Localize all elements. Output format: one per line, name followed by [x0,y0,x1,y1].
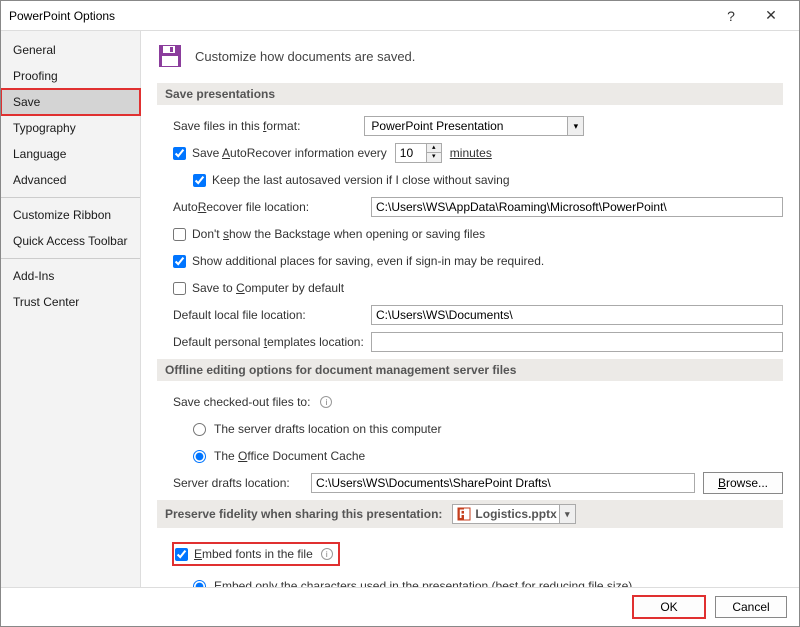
minutes-label: minutes [450,146,492,160]
sidebar-separator [1,258,140,259]
dialog-title: PowerPoint Options [9,9,711,23]
embed-only-label: Embed only the characters used in the pr… [214,579,632,587]
save-disk-icon [157,43,183,69]
autorecover-minutes-spinner[interactable]: ▴▾ [395,143,442,163]
dont-show-backstage-label: Don't show the Backstage when opening or… [192,227,485,241]
save-checked-label: Save checked-out files to: [173,395,310,409]
sidebar: General Proofing Save Typography Languag… [1,31,141,587]
server-drafts-loc-input[interactable] [311,473,695,493]
browse-button[interactable]: Browse... [703,472,783,494]
autorec-loc-input[interactable] [371,197,783,217]
autorec-loc-label: AutoRecover file location: [173,200,363,214]
office-cache-radio-label: The Office Document Cache [214,449,365,463]
keep-last-label: Keep the last autosaved version if I clo… [212,173,510,187]
embed-fonts-label: Embed fonts in the file [194,547,313,561]
server-drafts-loc-label: Server drafts location: [173,476,303,490]
autorecover-checkbox[interactable] [173,147,186,160]
svg-text:P: P [459,507,467,521]
sidebar-item-addins[interactable]: Add-Ins [1,263,140,289]
format-dropdown[interactable]: PowerPoint Presentation ▾ [364,116,584,136]
sidebar-item-language[interactable]: Language [1,141,140,167]
section-preserve-fidelity: Preserve fidelity when sharing this pres… [157,500,783,528]
section-save-presentations: Save presentations [157,83,783,105]
sidebar-item-trust-center[interactable]: Trust Center [1,289,140,315]
preserve-fidelity-label: Preserve fidelity when sharing this pres… [165,507,442,521]
info-icon[interactable]: i [320,396,332,408]
server-drafts-radio-label: The server drafts location on this compu… [214,422,441,436]
save-to-computer-label: Save to Computer by default [192,281,344,295]
default-local-input[interactable] [371,305,783,325]
powerpoint-file-icon: P [457,507,471,521]
sidebar-item-save[interactable]: Save [1,89,140,115]
info-icon[interactable]: i [321,548,333,560]
spinner-down-icon[interactable]: ▾ [427,153,441,162]
titlebar: PowerPoint Options ? ✕ [1,1,799,31]
spinner-up-icon[interactable]: ▴ [427,144,441,153]
sidebar-item-advanced[interactable]: Advanced [1,167,140,193]
section-offline-editing: Offline editing options for document man… [157,359,783,381]
help-button[interactable]: ? [711,8,751,24]
server-drafts-radio[interactable] [193,423,206,436]
dont-show-backstage-checkbox[interactable] [173,228,186,241]
options-dialog: PowerPoint Options ? ✕ General Proofing … [0,0,800,627]
sidebar-item-qat[interactable]: Quick Access Toolbar [1,228,140,254]
sidebar-separator [1,197,140,198]
embed-only-radio[interactable] [193,580,206,588]
show-additional-checkbox[interactable] [173,255,186,268]
sidebar-item-general[interactable]: General [1,37,140,63]
cancel-button[interactable]: Cancel [715,596,787,618]
keep-last-checkbox[interactable] [193,174,206,187]
format-label: Save files in this format: [173,119,300,133]
sidebar-item-typography[interactable]: Typography [1,115,140,141]
save-to-computer-checkbox[interactable] [173,282,186,295]
office-cache-radio[interactable] [193,450,206,463]
default-templates-label: Default personal templates location: [173,335,363,349]
sidebar-item-customize-ribbon[interactable]: Customize Ribbon [1,202,140,228]
chevron-down-icon: ▾ [559,505,575,523]
default-local-label: Default local file location: [173,308,363,322]
presentation-dropdown[interactable]: P Logistics.pptx ▾ [452,504,575,524]
dialog-footer: OK Cancel [1,587,799,626]
main-panel: Customize how documents are saved. Save … [141,31,799,587]
chevron-down-icon: ▾ [567,117,583,135]
ok-button[interactable]: OK [633,596,705,618]
show-additional-label: Show additional places for saving, even … [192,254,544,268]
close-button[interactable]: ✕ [751,7,791,24]
sidebar-item-proofing[interactable]: Proofing [1,63,140,89]
autorecover-label: Save AutoRecover information every [192,146,387,160]
embed-fonts-checkbox[interactable] [175,548,188,561]
header-text: Customize how documents are saved. [195,49,415,64]
default-templates-input[interactable] [371,332,783,352]
